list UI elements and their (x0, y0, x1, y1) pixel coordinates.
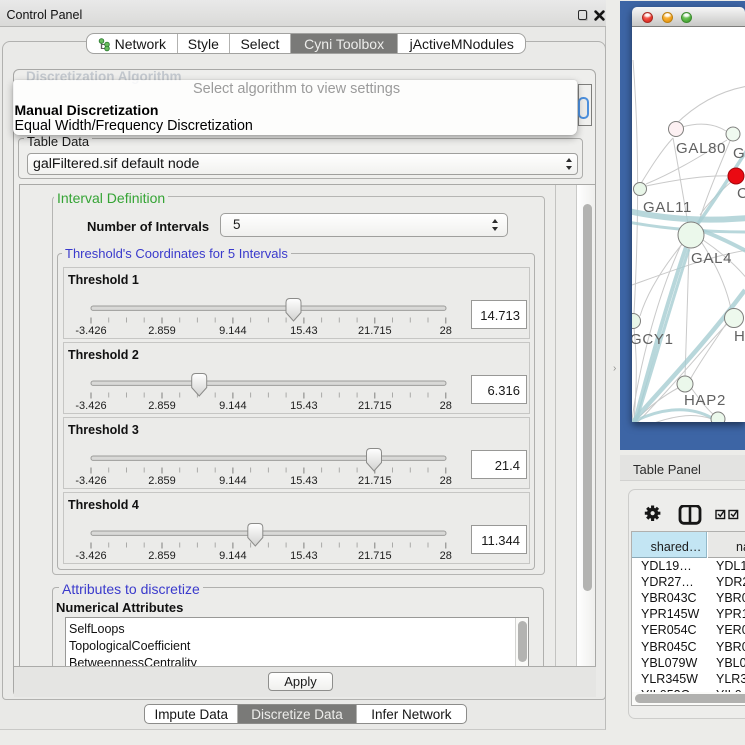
svg-text:GAL4: GAL4 (691, 250, 732, 267)
svg-text:-3.426: -3.426 (75, 325, 106, 337)
svg-text:2.859: 2.859 (148, 475, 176, 487)
svg-text:-3.426: -3.426 (75, 475, 106, 487)
svg-text:21.715: 21.715 (358, 550, 392, 562)
svg-text:9.144: 9.144 (219, 550, 247, 562)
svg-text:-3.426: -3.426 (75, 400, 106, 412)
svg-text:28: 28 (440, 550, 452, 562)
svg-text:15.43: 15.43 (290, 550, 318, 562)
svg-text:15.43: 15.43 (290, 400, 318, 412)
svg-text:2.859: 2.859 (148, 550, 176, 562)
svg-text:C: C (737, 185, 745, 202)
svg-text:GAL11: GAL11 (643, 199, 692, 216)
svg-text:9.144: 9.144 (219, 325, 247, 337)
svg-text:21.715: 21.715 (358, 400, 392, 412)
svg-text:HAP2: HAP2 (684, 392, 726, 409)
svg-text:9.144: 9.144 (219, 400, 247, 412)
svg-text:GCY1: GCY1 (632, 331, 674, 348)
svg-text:15.43: 15.43 (290, 475, 318, 487)
svg-text:9.144: 9.144 (219, 475, 247, 487)
svg-text:H: H (734, 328, 745, 345)
svg-text:15.43: 15.43 (290, 325, 318, 337)
svg-text:-3.426: -3.426 (75, 550, 106, 562)
svg-text:28: 28 (440, 325, 452, 337)
svg-text:GA: GA (733, 145, 745, 162)
svg-text:21.715: 21.715 (358, 475, 392, 487)
svg-text:2.859: 2.859 (148, 400, 176, 412)
svg-text:2.859: 2.859 (148, 325, 176, 337)
svg-text:28: 28 (440, 400, 452, 412)
svg-text:21.715: 21.715 (358, 325, 392, 337)
svg-text:28: 28 (440, 475, 452, 487)
svg-text:GAL80: GAL80 (676, 140, 726, 157)
